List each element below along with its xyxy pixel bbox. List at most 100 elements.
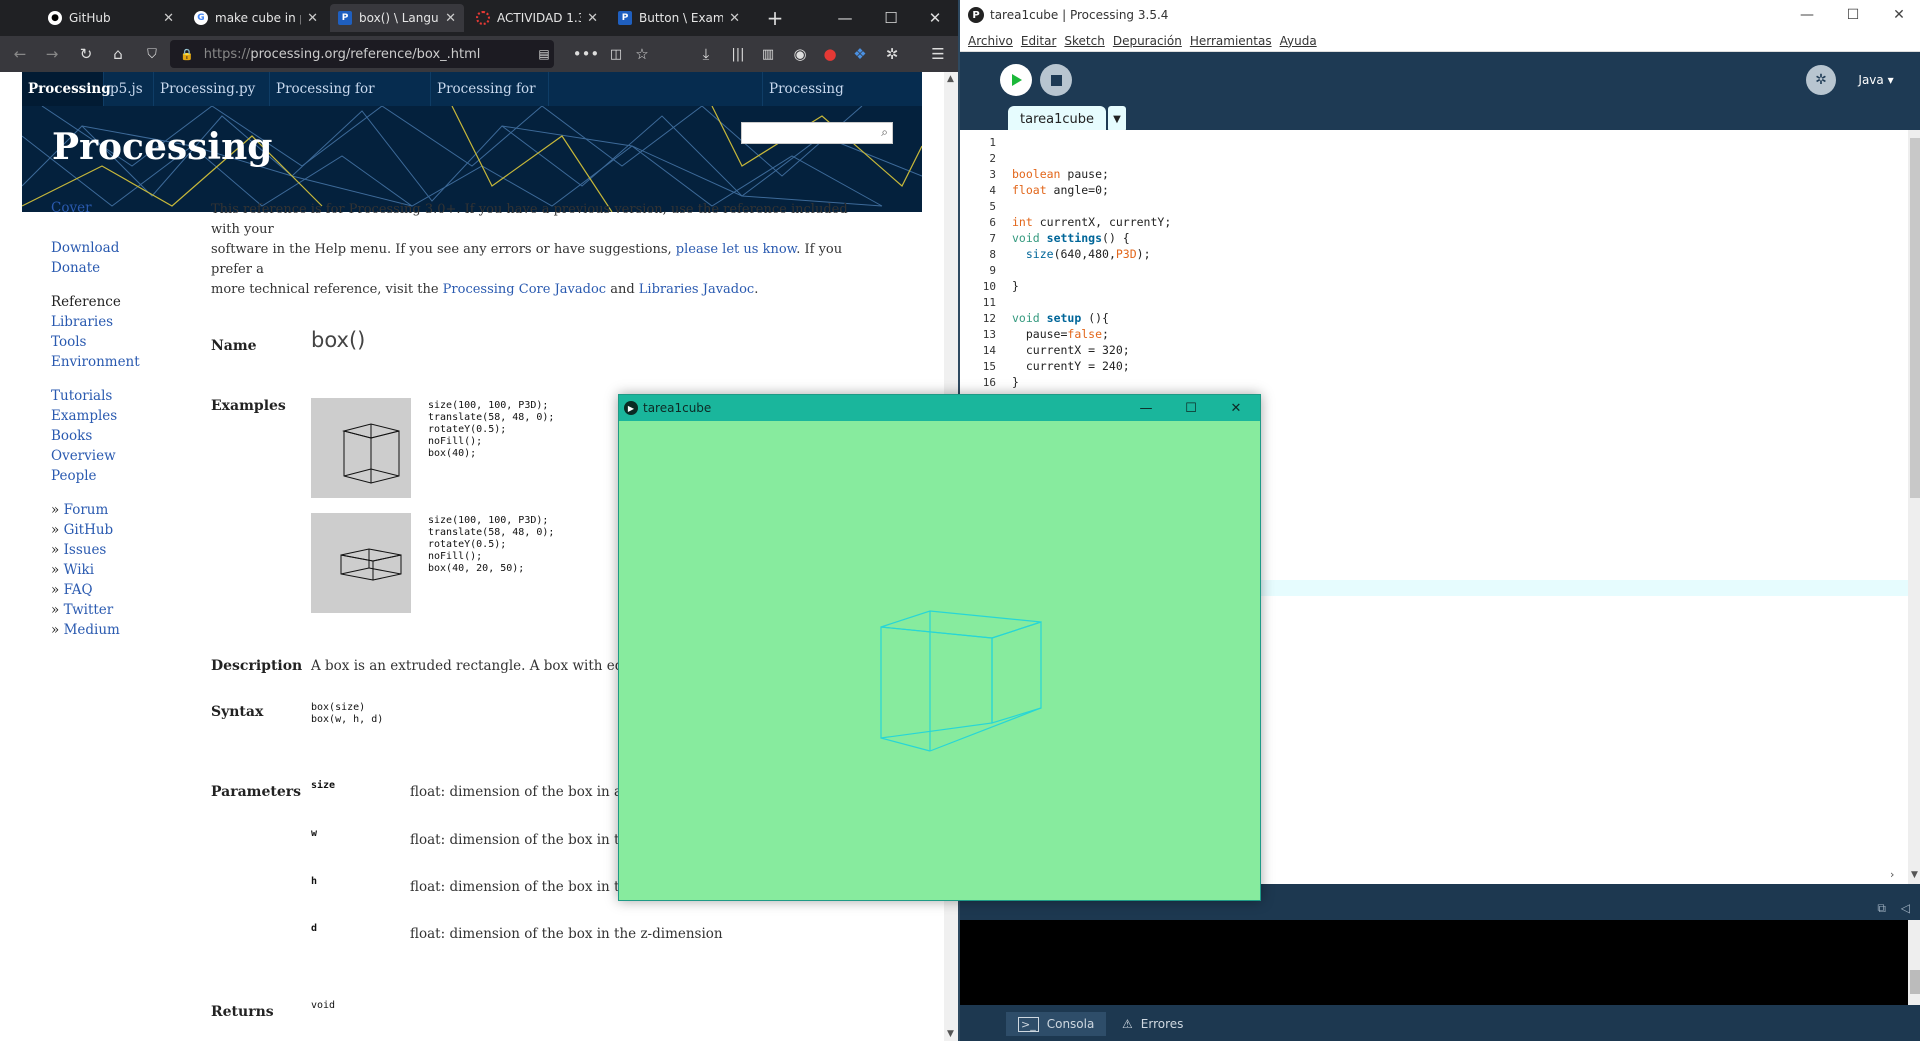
sidebar-wiki[interactable]: » Wiki [51,562,94,578]
libraries-javadoc-link[interactable]: Libraries Javadoc [639,282,754,297]
lock-icon: 🔒 [180,47,194,61]
tab-box-reference[interactable]: P box() \ Langu ✕ [330,4,464,32]
sidebar-twitter[interactable]: » Twitter [51,602,113,618]
menu-sketch[interactable]: Sketch [1064,34,1104,48]
tab-menu-icon[interactable]: ▼ [1108,106,1126,132]
search-icon[interactable]: ⌕ [881,125,888,140]
code-line: } [1012,375,1019,389]
sidebar-cover[interactable]: Cover [51,200,92,216]
collapse-icon[interactable]: ◁ [1901,901,1910,915]
copy-icon[interactable]: ⧉ [1877,901,1886,916]
nav-processing-py[interactable]: Processing.py [154,72,270,106]
debug-button[interactable]: ✲ [1806,65,1836,95]
editor-tab[interactable]: tarea1cube [1008,106,1106,132]
menu-archivo[interactable]: Archivo [968,34,1013,48]
sidebar-libraries[interactable]: Libraries [51,314,113,330]
tab-errores[interactable]: ⚠ Errores [1110,1012,1195,1036]
maximize-icon[interactable]: ☐ [868,0,914,36]
scroll-right-icon[interactable]: › [1890,868,1894,881]
close-icon[interactable]: ✕ [307,11,318,26]
tab-button-example[interactable]: P Button \ Exam ✕ [610,4,748,32]
ide-toolbar: ✲ Java ▾ tarea1cube ▼ [960,52,1920,132]
close-window-icon[interactable]: ✕ [1213,395,1259,421]
menu-editar[interactable]: Editar [1021,34,1057,48]
pocket-icon[interactable]: ◫ [604,42,628,66]
intro-line: This reference is for Processing 3.0+. I… [211,202,848,237]
close-icon[interactable]: ✕ [729,11,740,26]
url-bar[interactable]: 🔒 https:// processing.org/reference/box_… [170,40,554,68]
sidebar-tutorials[interactable]: Tutorials [51,388,112,404]
library-icon[interactable]: ||| [726,42,750,66]
console-scrollbar[interactable] [1908,920,1920,1005]
close-icon[interactable]: ✕ [587,11,598,26]
menu-depuracion[interactable]: Depuración [1113,34,1182,48]
reader-view-icon[interactable]: ▤ [532,42,556,66]
nav-p5js[interactable]: p5.js [104,72,154,106]
search-input[interactable]: ⌕ [741,122,893,144]
account-icon[interactable]: ◉ [788,42,812,66]
sidebar-faq[interactable]: » FAQ [51,582,93,598]
sidebar-reference[interactable]: Reference [51,294,121,310]
close-window-icon[interactable]: ✕ [1876,0,1920,30]
scrollbar-thumb[interactable] [1910,970,1920,994]
extension-blue-icon[interactable]: ❖ [848,42,872,66]
sidebar-people[interactable]: People [51,468,97,484]
menu-ayuda[interactable]: Ayuda [1280,34,1317,48]
feedback-link[interactable]: please let us know [676,242,796,257]
home-icon[interactable]: ⌂ [106,42,130,66]
sidebar-overview[interactable]: Overview [51,448,116,464]
line-number: 7 [989,232,996,245]
sketch-canvas[interactable] [619,421,1260,900]
sidebar-github[interactable]: » GitHub [51,522,113,538]
sidebar-books[interactable]: Books [51,428,92,444]
close-icon[interactable]: ✕ [445,11,456,26]
run-button[interactable] [1000,64,1032,96]
sidebar-issues[interactable]: » Issues [51,542,106,558]
maximize-icon[interactable]: ☐ [1168,395,1214,421]
tab-actividad[interactable]: ACTIVIDAD 1.3 ✕ [468,4,606,32]
reload-icon[interactable]: ↻ [74,42,98,66]
sidebar-download[interactable]: Download [51,240,119,256]
scroll-down-icon[interactable]: ▼ [1911,870,1918,880]
nav-pi[interactable]: Processing for Pi [431,72,549,131]
minimize-icon[interactable]: — [1784,0,1830,30]
download-icon[interactable]: ⤓ [694,42,718,66]
sidebar-icon[interactable]: ▥ [756,42,780,66]
close-icon[interactable]: ✕ [163,11,174,26]
extension-gear-icon[interactable]: ✲ [880,42,904,66]
sidebar-tools[interactable]: Tools [51,334,86,350]
page-actions-icon[interactable]: ••• [573,42,600,66]
sidebar-medium[interactable]: » Medium [51,622,120,638]
extension-red-icon[interactable]: ● [818,42,842,66]
minimize-icon[interactable]: — [1123,395,1169,421]
scroll-down-icon[interactable]: ▼ [947,1029,954,1039]
bookmark-star-icon[interactable]: ☆ [630,42,654,66]
back-icon[interactable]: ← [8,42,32,66]
menu-herramientas[interactable]: Herramientas [1190,34,1272,48]
sidebar-examples[interactable]: Examples [51,408,117,424]
tab-consola[interactable]: >_ Consola [1006,1012,1107,1036]
maximize-icon[interactable]: ☐ [1830,0,1876,30]
nav-foundation[interactable]: Processing Foundation [762,72,922,131]
scrollbar-thumb[interactable] [1910,138,1920,498]
console-output[interactable] [960,920,1908,1005]
sidebar-donate[interactable]: Donate [51,260,100,276]
tab-github[interactable]: ● GitHub ✕ [40,4,182,32]
stop-button[interactable] [1040,64,1072,96]
sidebar-environment[interactable]: Environment [51,354,140,370]
menu-icon[interactable]: ☰ [926,42,950,66]
shield-icon[interactable]: ⛉ [140,42,164,66]
new-tab-icon[interactable]: + [752,0,798,36]
core-javadoc-link[interactable]: Processing Core Javadoc [443,282,606,297]
mode-selector[interactable]: Java ▾ [1846,66,1906,94]
nav-android[interactable]: Processing for Android [270,72,431,131]
minimize-icon[interactable]: — [822,0,868,36]
editor-scrollbar[interactable]: ▼ [1908,130,1920,884]
nav-processing[interactable]: Processing [22,72,111,106]
tab-google[interactable]: G make cube in p ✕ [186,4,326,32]
scroll-up-icon[interactable]: ▲ [947,74,954,84]
close-window-icon[interactable]: ✕ [912,0,958,36]
sidebar-forum[interactable]: » Forum [51,502,108,518]
site-nav: Processing p5.js Processing.py Processin… [22,72,922,131]
forward-icon[interactable]: → [40,42,64,66]
